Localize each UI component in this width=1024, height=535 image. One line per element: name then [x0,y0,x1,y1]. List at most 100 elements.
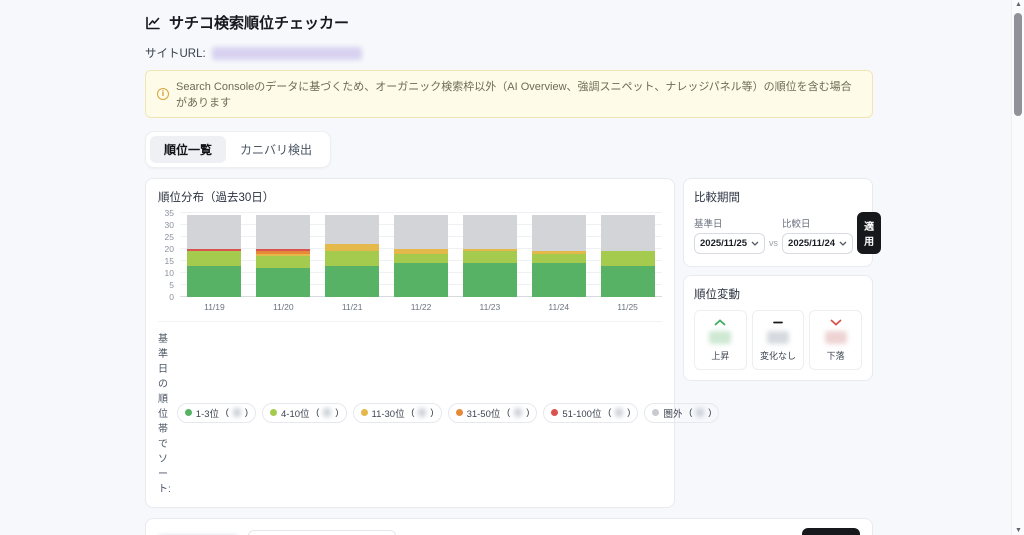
bar-segment [187,215,242,250]
legend-pill[interactable]: 51-100位 () [543,402,639,423]
chart-title: 順位分布（過去30日） [158,192,275,204]
legend-paren: ) [627,407,631,418]
legend-paren: ) [526,407,530,418]
bar-column [387,213,456,297]
compare-date-select[interactable]: 2025/11/24 [782,233,854,254]
legend-paren: ( [686,407,693,418]
bar-column [524,213,593,297]
legend-pill[interactable]: 1-3位 () [176,402,256,423]
legend-label: 11-30位 [371,408,405,420]
chart-x-axis: 11/19 11/20 11/21 11/22 11/23 11/24 11/25 [180,302,662,312]
bar-segment [462,263,517,297]
page: サチコ検索順位チェッカー サイトURL: i Search Consoleのデー… [0,0,882,535]
legend-label: 51-100位 [562,408,602,420]
stacked-bar [462,215,517,297]
legend-count-blurred [514,408,523,417]
scroll-down-icon[interactable]: ▼ [1012,527,1024,534]
bar-column [455,213,524,297]
apply-button[interactable]: 適用 [857,212,882,254]
movement-tiles: 上昇 変化なし 下落 [694,310,863,370]
legend-count-blurred [418,408,427,417]
stacked-bar [187,215,242,297]
chevron-down-icon [830,319,842,326]
x-tick-label: 11/20 [272,302,294,312]
notice-banner: i Search Consoleのデータに基づくため、オーガニック検索枠以外（A… [145,70,873,118]
bar-segment [394,263,448,297]
compare-date-value: 2025/11/24 [788,238,836,249]
stacked-bar [325,215,380,297]
stacked-bar [531,215,586,297]
notice-text: Search Consoleのデータに基づくため、オーガニック検索枠以外（AI … [176,81,852,109]
bar-segment [187,251,242,266]
legend-count-blurred [323,408,332,417]
stacked-bar [600,215,655,297]
site-url-label: サイトURL: [145,48,206,60]
page-title: サチコ検索順位チェッカー [169,15,350,32]
scrollbar-thumb[interactable] [1014,13,1022,116]
site-url-value-blurred [211,46,362,60]
x-tick-label: 11/19 [204,302,225,312]
legend-dot [360,409,368,416]
bar-segment [394,215,448,250]
base-date-label: 基準日 [694,219,723,230]
chart-legend: 基準日の順位帯でソート: 1-3位 () 4-10位 () 11-30位 () 31-… [158,321,720,503]
legend-label: 1-3位 [195,408,220,420]
movement-tile: 変化なし [751,310,805,370]
y-tick-label: 0 [169,292,174,302]
chart-plot [180,212,662,297]
add-button[interactable]: 追加 [761,530,792,535]
chart-y-axis: 0 5 10 15 20 25 30 35 [158,208,176,302]
compare-period-card: 比較期間 基準日 2025/11/25 vs 比較日 2025/11/24 適用 [683,178,882,267]
legend-paren: ) [335,407,339,418]
bar-segment [325,215,380,245]
movement-label: 変化なし [760,351,797,361]
base-date-select[interactable]: 2025/11/25 [694,233,766,254]
x-tick-label: 11/22 [410,302,432,312]
compare-title: 比較期間 [694,192,740,204]
x-tick-label: 11/21 [341,302,363,312]
bar-column [180,213,249,297]
movement-title: 順位変動 [694,289,740,301]
legend-count-blurred [232,408,241,417]
legend-dot [184,409,192,416]
movement-count-blurred [709,331,732,344]
dash-icon [772,319,784,326]
movement-label: 下落 [826,351,845,361]
bar-segment [256,256,311,269]
movement-label: 上昇 [711,351,730,361]
site-url-row: サイトURL: [145,45,873,61]
legend-dot [270,409,277,416]
tab-rank-list[interactable]: 順位一覧 [150,136,227,163]
bar-segment [531,253,586,264]
legend-paren: ) [430,407,434,418]
legend-dot [455,409,463,416]
legend-label: 31-50位 [466,408,501,420]
tab-cannibalization[interactable]: カニバリ検出 [226,136,326,163]
bar-segment [531,263,586,297]
bar-segment [600,265,655,297]
base-date-value: 2025/11/25 [700,238,748,249]
legend-pill[interactable]: 31-50位 () [447,402,538,423]
scrollbar: ▲ ▼ [1011,0,1024,535]
legend-prefix: 基準日の順位帯でソート: [158,334,171,495]
legend-paren: ( [223,407,229,418]
y-tick-label: 30 [164,220,174,230]
legend-pill[interactable]: 圏外 () [644,402,720,423]
x-tick-label: 11/25 [617,302,638,312]
legend-pill[interactable]: 4-10位 () [262,402,347,423]
y-tick-label: 20 [164,244,174,254]
page-header: サチコ検索順位チェッカー [145,12,873,33]
refresh-button[interactable]: 更新 [802,528,860,535]
legend-pill[interactable]: 11-30位 () [352,402,442,423]
scroll-up-icon[interactable]: ▲ [1012,1,1024,8]
bar-segment [600,215,655,252]
legend-paren: ) [244,407,248,418]
bar-column [593,213,662,297]
bar-segment [325,251,380,266]
bar-segment [394,253,448,264]
legend-label: 圏外 [663,408,683,420]
bar-segment [187,265,242,297]
bar-segment [256,268,311,297]
legend-count-blurred [696,408,705,417]
bar-segment [462,215,517,250]
